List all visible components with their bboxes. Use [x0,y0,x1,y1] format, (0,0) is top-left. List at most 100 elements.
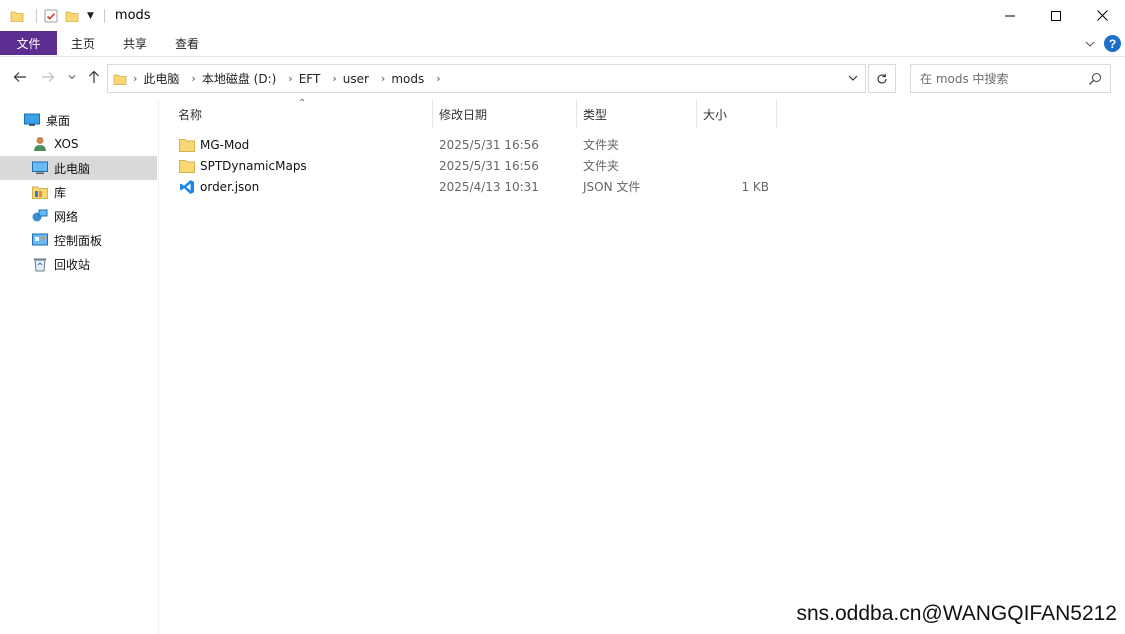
breadcrumb-chevron-icon[interactable]: › [381,72,385,85]
breadcrumb-eft[interactable]: EFT [299,72,321,86]
computer-icon [32,160,48,176]
nav-item-label: 库 [54,185,67,200]
toolbar-divider [103,8,105,23]
back-arrow-icon [13,72,26,82]
column-header-type[interactable]: 类型 [583,100,607,128]
nav-item-xos[interactable]: XOS [0,132,158,156]
breadcrumb-chevron-icon[interactable]: › [133,72,137,85]
tab-file[interactable]: 文件 [0,31,57,55]
nav-item-label: XOS [54,137,79,151]
column-divider[interactable] [696,100,697,128]
control-panel-icon [32,232,48,248]
address-history-chevron-icon[interactable] [847,72,859,84]
breadcrumb-mods[interactable]: mods [391,72,424,86]
user-icon [32,136,48,152]
file-size [702,155,769,176]
expand-ribbon-icon[interactable] [1084,38,1096,50]
file-row[interactable]: MG-Mod 2025/5/31 16:56 文件夹 [174,134,784,155]
nav-item-control-panel[interactable]: 控制面板 [0,228,158,252]
folder-icon [113,74,127,85]
search-icon[interactable] [1088,72,1102,86]
file-name-cell: MG-Mod [179,134,249,155]
file-name: SPTDynamicMaps [200,158,307,173]
close-button[interactable] [1079,0,1125,31]
help-icon[interactable]: ? [1104,35,1121,52]
search-box[interactable] [910,64,1111,93]
navigation-bar: › 此电脑 › 本地磁盘 (D:) › EFT › user › mods › [0,62,1125,94]
ribbon-tabs: 文件 主页 共享 查看 ? [0,31,1125,55]
new-folder-icon[interactable] [65,9,79,23]
folder-icon [179,158,195,174]
column-divider[interactable] [432,100,433,128]
refresh-icon [877,73,887,83]
customize-toolbar-icon[interactable]: ▼ [87,11,94,21]
ribbon-right-controls: ? [1084,35,1121,52]
forward-button[interactable] [39,68,57,86]
nav-item-recycle-bin[interactable]: 回收站 [0,252,158,276]
address-bar[interactable]: › 此电脑 › 本地磁盘 (D:) › EFT › user › mods › [107,64,866,93]
ribbon-divider [0,56,1125,57]
nav-item-network[interactable]: 网络 [0,204,158,228]
nav-item-this-pc[interactable]: 此电脑 [0,156,157,180]
title-bar: ▼ mods [0,0,1125,31]
nav-item-library[interactable]: 库 [0,180,158,204]
breadcrumb-chevron-icon[interactable]: › [288,72,292,85]
column-header-date[interactable]: 修改日期 [439,100,487,128]
minimize-icon [1005,15,1015,16]
nav-item-desktop[interactable]: 桌面 [0,108,158,132]
breadcrumb-chevron-icon[interactable]: › [436,72,440,85]
close-icon [1096,10,1108,21]
nav-item-label: 网络 [54,209,79,224]
minimize-button[interactable] [987,0,1033,31]
back-button[interactable] [11,68,29,86]
breadcrumb-this-pc[interactable]: 此电脑 [143,70,179,87]
breadcrumb-chevron-icon[interactable]: › [332,72,336,85]
recent-locations-button[interactable] [63,68,81,86]
file-name: MG-Mod [200,137,250,152]
file-row[interactable]: order.json 2025/4/13 10:31 JSON 文件 1 KB [174,176,784,197]
properties-icon[interactable] [43,8,59,24]
folder-icon [10,11,24,22]
up-arrow-icon [89,70,99,83]
tab-view[interactable]: 查看 [161,31,213,55]
network-icon [32,208,48,224]
refresh-button[interactable] [868,64,896,93]
tab-home[interactable]: 主页 [57,31,109,55]
breadcrumb-user[interactable]: user [343,72,369,86]
nav-item-label: 回收站 [54,257,91,272]
breadcrumb-chevron-icon[interactable]: › [191,72,195,85]
sort-ascending-icon: ⌃ [298,98,307,109]
file-row[interactable]: SPTDynamicMaps 2025/5/31 16:56 文件夹 [174,155,784,176]
file-list: ⌃ 名称 修改日期 类型 大小 MG-Mod 2025/5/31 16:56 文… [160,98,1125,634]
folder-icon [179,137,195,153]
nav-item-label: 桌面 [46,113,71,128]
file-type: 文件夹 [583,159,620,173]
navigation-pane-divider [158,100,159,634]
maximize-icon [1051,10,1061,21]
column-header-size[interactable]: 大小 [703,100,727,128]
maximize-button[interactable] [1033,0,1079,31]
file-size [702,134,769,155]
navigation-pane: 桌面 XOS 此电脑 库 网络 控制面板 回收站 [0,100,158,634]
forward-arrow-icon [42,72,55,82]
file-size: 1 KB [741,179,769,194]
library-icon [32,184,48,200]
file-date: 2025/5/31 16:56 [439,137,539,152]
file-type: 文件夹 [583,138,620,152]
up-button[interactable] [85,68,103,86]
column-divider[interactable] [776,100,777,128]
search-input[interactable] [920,71,1080,86]
window-controls [987,0,1125,31]
breadcrumb-local-disk[interactable]: 本地磁盘 (D:) [202,70,276,87]
recycle-bin-icon [32,256,48,272]
nav-item-label: 此电脑 [54,161,91,176]
desktop-icon [24,112,40,128]
file-name: order.json [200,179,260,194]
tab-share[interactable]: 共享 [109,31,161,55]
toolbar-divider [36,8,37,23]
column-divider[interactable] [576,100,577,128]
column-header-name[interactable]: 名称 [178,100,202,128]
file-date: 2025/5/31 16:56 [439,158,539,173]
vscode-file-icon [179,179,195,195]
file-name-cell: order.json [179,176,259,197]
